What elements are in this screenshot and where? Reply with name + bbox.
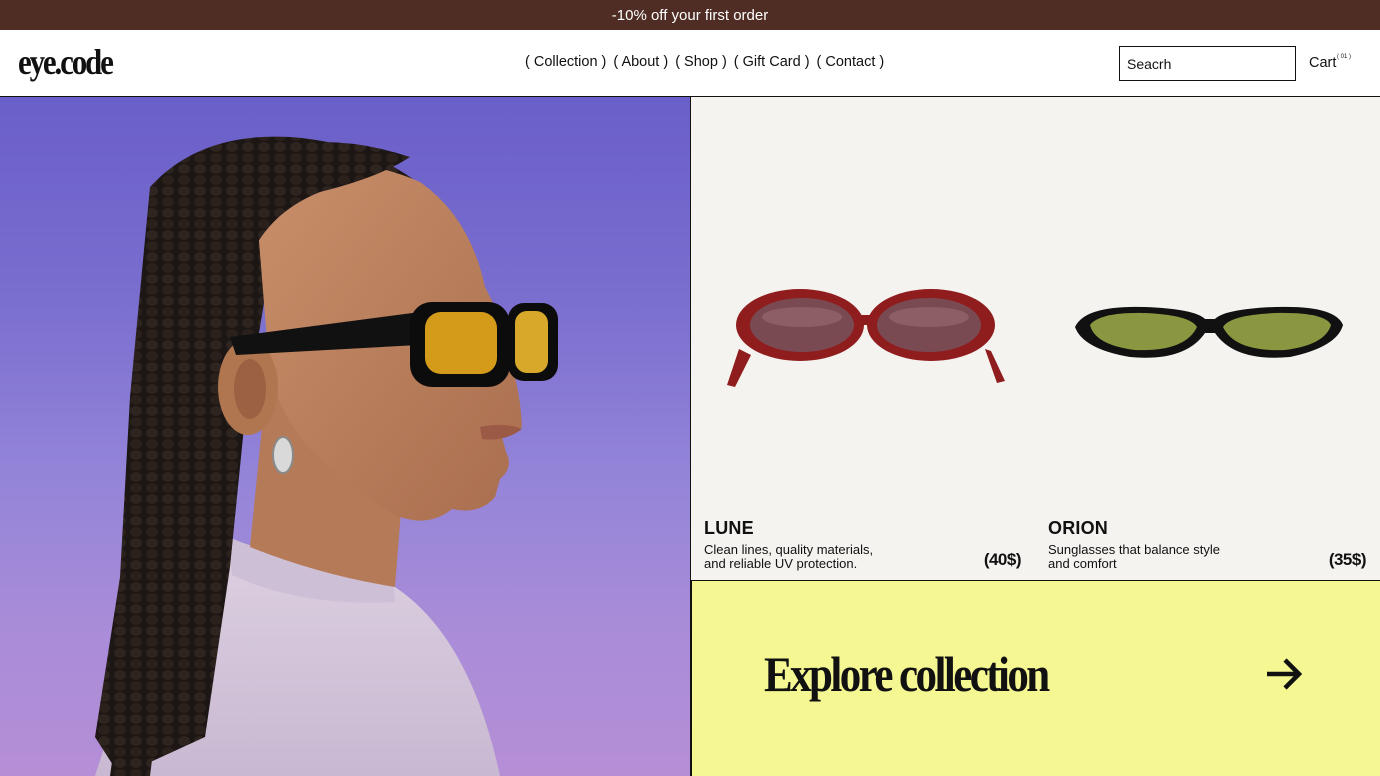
promo-banner: -10% off your first order: [0, 0, 1380, 30]
nav-shop[interactable]: ( Shop ): [675, 54, 727, 70]
main-nav: ( Collection ) ( About ) ( Shop ) ( Gift…: [525, 54, 884, 70]
explore-collection-button[interactable]: Explore collection: [691, 581, 1380, 776]
product-description-line: and reliable UV protection.: [704, 556, 858, 571]
nav-gift-card[interactable]: ( Gift Card ): [734, 54, 810, 70]
product-name: LUNE: [704, 518, 754, 538]
nav-collection[interactable]: ( Collection ): [525, 54, 606, 70]
product-description-line: Clean lines, quality materials,: [704, 542, 874, 557]
cart-count-badge: ( 01 ): [1337, 54, 1352, 60]
sunglasses-image-lune: [727, 289, 1005, 387]
product-description: Sunglasses that balance style and comfor…: [1048, 543, 1238, 571]
product-card-lune[interactable]: LUNE Clean lines, quality materials, and…: [691, 97, 1036, 581]
product-description-line: Sunglasses that balance style: [1048, 542, 1220, 557]
sunglasses-image-orion: [1075, 306, 1343, 358]
explore-collection-label: Explore collection: [764, 646, 1050, 702]
cart-link[interactable]: Cart: [1309, 55, 1336, 71]
hero-portrait-illustration: [95, 136, 558, 776]
promo-text: -10% off your first order: [611, 6, 769, 24]
product-description: Clean lines, quality materials, and reli…: [704, 543, 894, 571]
nav-about[interactable]: ( About ): [613, 54, 668, 70]
nav-contact[interactable]: ( Contact ): [817, 54, 885, 70]
site-header: eye.code ( Collection ) ( About ) ( Shop…: [0, 30, 1380, 97]
search-input[interactable]: [1119, 46, 1296, 81]
logo[interactable]: eye.code: [18, 42, 114, 82]
arrow-right-icon: [1267, 658, 1303, 690]
product-price: (35$): [1328, 550, 1367, 569]
product-price: (40$): [983, 550, 1022, 569]
hero-image: [0, 97, 691, 776]
product-description-line: and comfort: [1048, 556, 1117, 571]
product-card-orion[interactable]: ORION Sunglasses that balance style and …: [1035, 97, 1380, 581]
product-name: ORION: [1048, 518, 1109, 538]
